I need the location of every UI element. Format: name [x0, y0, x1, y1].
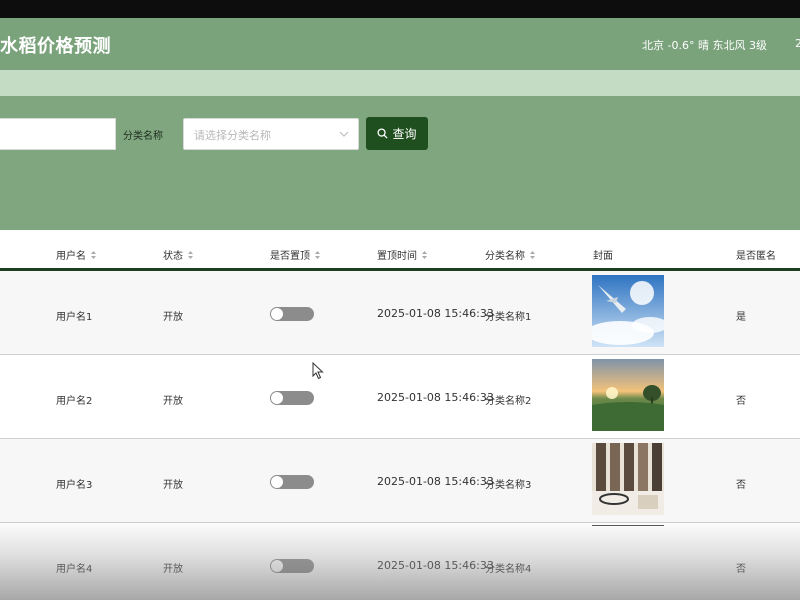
pinned-toggle[interactable]: [270, 559, 314, 573]
cell-anonymous: 否: [736, 396, 746, 407]
cell-pin-time: 2025-01-08 15:46:33: [377, 307, 494, 320]
cover-image[interactable]: [592, 359, 664, 431]
cell-username: 用户名4: [56, 564, 93, 575]
table-row[interactable]: 用户名1 开放 2025-01-08 15:46:33 分类名称1 是: [0, 271, 800, 355]
toggle-knob: [271, 308, 283, 320]
category-field-label: 分类名称: [123, 131, 163, 142]
cell-category: 分类名称3: [485, 480, 532, 491]
sort-icon: [315, 250, 320, 259]
column-header-username[interactable]: 用户名: [56, 247, 97, 262]
cell-pin-time: 2025-01-08 15:46:33: [377, 475, 494, 488]
pinned-toggle[interactable]: [270, 307, 314, 321]
chevron-down-icon: [339, 131, 349, 137]
column-header-status[interactable]: 状态: [163, 247, 194, 262]
search-button[interactable]: 查询: [366, 117, 428, 150]
app-header: 水稻价格预测 北京 -0.6° 晴 东北风 3级 2: [0, 18, 800, 70]
cell-category: 分类名称2: [485, 396, 532, 407]
column-header-category[interactable]: 分类名称: [485, 247, 536, 262]
sunset-field-image: [592, 359, 664, 431]
cover-image[interactable]: [592, 525, 664, 595]
cell-category: 分类名称1: [485, 312, 532, 323]
cover-image[interactable]: [592, 275, 664, 347]
sort-icon: [91, 250, 96, 259]
category-select-placeholder: 请选择分类名称: [194, 129, 271, 142]
table-row[interactable]: 用户名4 开放 2025-01-08 15:46:33 分类名称4 否: [0, 523, 800, 600]
cell-category: 分类名称4: [485, 564, 532, 575]
table-row[interactable]: 用户名2 开放 2025-01-08 15:46:33 分类名称2 否: [0, 355, 800, 439]
sky-plane-image: [592, 275, 664, 347]
search-panel: 分类名称 请选择分类名称 查询: [0, 96, 800, 230]
cell-anonymous: 否: [736, 564, 746, 575]
search-icon: [377, 128, 389, 139]
nav-bar: [0, 70, 800, 96]
top-black-strip: [0, 0, 800, 18]
toggle-knob: [271, 476, 283, 488]
cell-anonymous: 否: [736, 480, 746, 491]
sort-icon: [422, 250, 427, 259]
app-title: 水稻价格预测: [0, 36, 111, 57]
category-select[interactable]: 请选择分类名称: [183, 118, 359, 150]
pinned-toggle[interactable]: [270, 475, 314, 489]
toggle-knob: [271, 560, 283, 572]
pinned-toggle[interactable]: [270, 391, 314, 405]
cell-status: 开放: [163, 396, 183, 407]
cell-status: 开放: [163, 480, 183, 491]
table-header: 用户名 状态 是否置顶 置顶时间 分类名称 封面 是否匿名: [0, 230, 800, 268]
mouse-cursor-icon: [312, 362, 324, 380]
cell-status: 开放: [163, 564, 183, 575]
cell-username: 用户名2: [56, 396, 93, 407]
cell-username: 用户名3: [56, 480, 93, 491]
cell-status: 开放: [163, 312, 183, 323]
cell-anonymous: 是: [736, 312, 746, 323]
table-row[interactable]: 用户名3 开放 2025-01-08 15:46:33 分类名称3 否: [0, 439, 800, 523]
column-header-pinned[interactable]: 是否置顶: [270, 247, 321, 262]
column-header-pin-time[interactable]: 置顶时间: [377, 247, 428, 262]
room-interior-image: [592, 443, 664, 515]
search-input[interactable]: [0, 118, 116, 150]
weather-extra: 2: [795, 37, 800, 50]
column-header-anonymous[interactable]: 是否匿名: [736, 247, 776, 262]
search-button-label: 查询: [392, 127, 417, 141]
sort-icon: [188, 250, 193, 259]
weather-info: 北京 -0.6° 晴 东北风 3级: [642, 39, 767, 52]
cover-image[interactable]: [592, 443, 664, 515]
toggle-knob: [271, 392, 283, 404]
cell-username: 用户名1: [56, 312, 93, 323]
cell-pin-time: 2025-01-08 15:46:33: [377, 559, 494, 572]
sort-icon: [530, 250, 535, 259]
column-header-cover: 封面: [593, 251, 613, 262]
cell-pin-time: 2025-01-08 15:46:33: [377, 391, 494, 404]
